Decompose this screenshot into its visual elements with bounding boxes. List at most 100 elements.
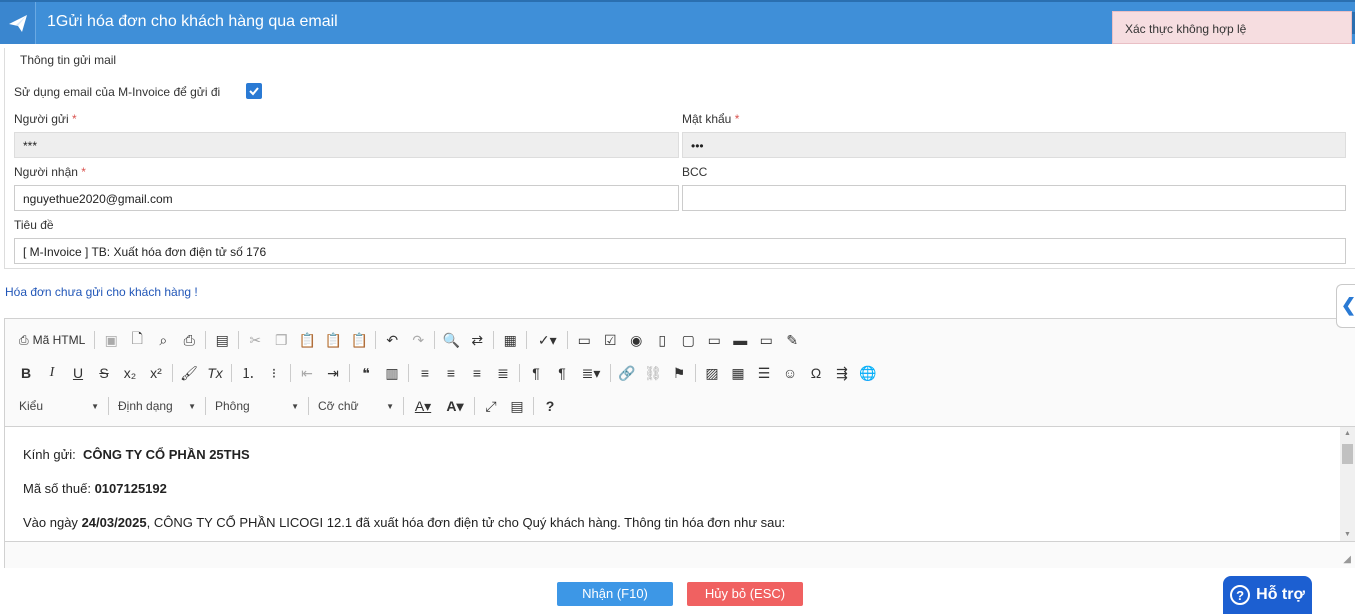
preview-icon[interactable]: ⌕ xyxy=(150,328,176,352)
password-field[interactable]: ••• xyxy=(682,132,1346,158)
recipient-field[interactable]: nguyethue2020@gmail.com xyxy=(14,185,679,211)
justify-icon[interactable]: ≣ xyxy=(490,361,516,385)
ltr-icon[interactable]: ¶ xyxy=(523,361,549,385)
paste-icon[interactable]: 📋 xyxy=(294,328,320,352)
editor-content[interactable]: Kính gửi: CÔNG TY CỔ PHẦN 25THS Mã số th… xyxy=(5,427,1341,541)
anchor-icon[interactable]: ⚑ xyxy=(666,361,692,385)
textarea-icon[interactable]: ▢ xyxy=(675,328,701,352)
tax-line: Mã số thuế: 0107125192 xyxy=(23,481,167,496)
bold-icon[interactable]: B xyxy=(13,361,39,385)
date-line: Vào ngày 24/03/2025, CÔNG TY CỔ PHẦN LIC… xyxy=(23,515,786,530)
paste-text-icon[interactable]: 📋 xyxy=(320,328,346,352)
numbered-list-icon[interactable]: ⒈ xyxy=(235,361,261,385)
text-color-icon[interactable]: A▾ xyxy=(407,394,439,418)
chevron-left-icon: ❮ xyxy=(1341,295,1355,315)
bg-color-icon[interactable]: A▾ xyxy=(439,394,471,418)
dialog-title: 1Gửi hóa đơn cho khách hàng qua email xyxy=(47,13,338,30)
source-html-button[interactable]: ⎙ Mã HTML xyxy=(13,328,91,352)
align-left-icon[interactable]: ≡ xyxy=(412,361,438,385)
show-blocks-icon[interactable]: ▤ xyxy=(504,394,530,418)
sender-label: Người gửi * xyxy=(14,112,77,126)
copy-format-icon[interactable]: 🖌 xyxy=(176,361,202,385)
size-combo[interactable]: Cỡ chữ ▼ xyxy=(312,394,400,418)
bcc-field[interactable] xyxy=(682,185,1346,211)
copy-icon[interactable]: ❐ xyxy=(268,328,294,352)
scroll-thumb[interactable] xyxy=(1342,444,1353,464)
image-icon[interactable]: ▨ xyxy=(699,361,725,385)
font-combo[interactable]: Phông ▼ xyxy=(209,394,305,418)
page-break-icon[interactable]: ⇶ xyxy=(829,361,855,385)
scroll-down-icon[interactable]: ▼ xyxy=(1344,531,1351,538)
special-char-icon[interactable]: Ω xyxy=(803,361,829,385)
source-icon: ⎙ xyxy=(19,332,29,347)
editor-scrollbar[interactable]: ▲ ▼ xyxy=(1340,427,1355,541)
format-combo[interactable]: Định dạng ▼ xyxy=(112,394,202,418)
bcc-label: BCC xyxy=(682,165,708,179)
error-toast[interactable]: Xác thực không hợp lệ xyxy=(1112,11,1352,44)
language-icon[interactable]: ≣▾ xyxy=(575,361,607,385)
scroll-up-icon[interactable]: ▲ xyxy=(1344,430,1351,437)
textfield-icon[interactable]: ▯ xyxy=(649,328,675,352)
radio-icon[interactable]: ◉ xyxy=(623,328,649,352)
style-combo[interactable]: Kiểu ▼ xyxy=(13,394,105,418)
rtl-icon[interactable]: ¶ xyxy=(549,361,575,385)
support-button[interactable]: ? Hỗ trợ xyxy=(1223,576,1312,614)
subscript-icon[interactable]: x₂ xyxy=(117,361,143,385)
sender-field[interactable]: *** xyxy=(14,132,679,158)
superscript-icon[interactable]: x² xyxy=(143,361,169,385)
maximize-icon[interactable]: ⤢ xyxy=(478,394,504,418)
underline-icon[interactable]: U xyxy=(65,361,91,385)
image-button-icon[interactable]: ▭ xyxy=(753,328,779,352)
greeting-line: Kính gửi: CÔNG TY CỔ PHẦN 25THS xyxy=(23,447,250,462)
chevron-down-icon: ▼ xyxy=(91,401,99,411)
align-center-icon[interactable]: ≡ xyxy=(438,361,464,385)
select-icon[interactable]: ▭ xyxy=(701,328,727,352)
chevron-down-icon: ▼ xyxy=(291,401,299,411)
chevron-down-icon: ▼ xyxy=(188,401,196,411)
paste-word-icon[interactable]: 📋 xyxy=(346,328,372,352)
strike-icon[interactable]: S xyxy=(91,361,117,385)
spellcheck-icon[interactable]: ✓▾ xyxy=(530,328,564,352)
align-right-icon[interactable]: ≡ xyxy=(464,361,490,385)
italic-icon[interactable]: I xyxy=(39,361,65,385)
password-label: Mật khẩu * xyxy=(682,112,740,126)
checkbox-icon[interactable]: ☑ xyxy=(597,328,623,352)
mail-info-fieldset xyxy=(4,48,1355,269)
undo-icon[interactable]: ↶ xyxy=(379,328,405,352)
cancel-button[interactable]: Hủy bỏ (ESC) xyxy=(687,582,803,606)
save-icon[interactable]: ▣ xyxy=(98,328,124,352)
form-icon[interactable]: ▭ xyxy=(571,328,597,352)
subject-field[interactable]: [ M-Invoice ] TB: Xuất hóa đơn điện tử s… xyxy=(14,238,1346,264)
link-icon[interactable]: 🔗 xyxy=(614,361,640,385)
editor-statusbar: ◢ xyxy=(5,541,1355,568)
hidden-field-icon[interactable]: ✎ xyxy=(779,328,805,352)
remove-format-icon[interactable]: Tx xyxy=(202,361,228,385)
smiley-icon[interactable]: ☺ xyxy=(777,361,803,385)
unlink-icon[interactable]: ⛓ xyxy=(640,361,666,385)
outdent-icon[interactable]: ⇤ xyxy=(294,361,320,385)
template-icon[interactable]: ▤ xyxy=(209,328,235,352)
horizontal-line-icon[interactable]: ☰ xyxy=(751,361,777,385)
redo-icon[interactable]: ↷ xyxy=(405,328,431,352)
blockquote-icon[interactable]: ❝ xyxy=(353,361,379,385)
new-page-icon[interactable]: 🗋 xyxy=(124,328,150,352)
table-icon[interactable]: ▦ xyxy=(725,361,751,385)
div-icon[interactable]: ▥ xyxy=(379,361,405,385)
confirm-button[interactable]: Nhận (F10) xyxy=(557,582,673,606)
use-minvoice-checkbox[interactable] xyxy=(246,83,262,99)
help-icon[interactable]: ? xyxy=(537,394,563,418)
side-panel-toggle[interactable]: ❮ xyxy=(1336,284,1355,328)
select-all-icon[interactable]: ▦ xyxy=(497,328,523,352)
help-circle-icon: ? xyxy=(1230,585,1251,605)
indent-icon[interactable]: ⇥ xyxy=(320,361,346,385)
resize-handle-icon[interactable]: ◢ xyxy=(1343,554,1351,565)
print-icon[interactable]: ⎙ xyxy=(176,328,202,352)
subject-label: Tiêu đề xyxy=(14,218,54,232)
cut-icon[interactable]: ✂ xyxy=(242,328,268,352)
replace-icon[interactable]: ⇄ xyxy=(464,328,490,352)
find-icon[interactable]: 🔍 xyxy=(438,328,464,352)
button-icon[interactable]: ▬ xyxy=(727,328,753,352)
iframe-icon[interactable]: 🌐 xyxy=(855,361,881,385)
bulleted-list-icon[interactable]: ⁝ xyxy=(261,361,287,385)
use-minvoice-label: Sử dụng email của M-Invoice để gửi đi xyxy=(14,85,221,99)
